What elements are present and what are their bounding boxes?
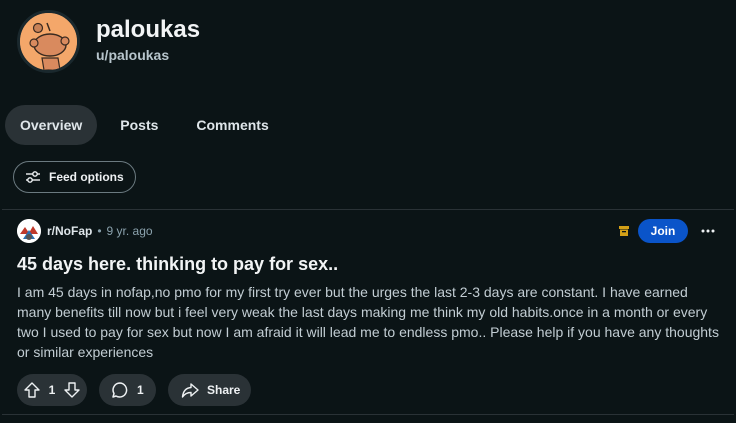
comment-icon: [111, 381, 129, 399]
vote-control: 1: [17, 374, 87, 406]
archive-icon: [618, 224, 630, 242]
vote-count: 1: [48, 383, 56, 397]
post-actions: 1 1 Share: [17, 374, 251, 406]
comments-button[interactable]: 1: [99, 374, 156, 406]
divider: [2, 209, 734, 210]
tab-posts[interactable]: Posts: [105, 105, 173, 145]
feed-options-button[interactable]: Feed options: [13, 161, 136, 193]
more-options-icon[interactable]: [698, 221, 718, 241]
profile-display-name: paloukas: [96, 16, 201, 43]
snoo-avatar-icon: [20, 13, 77, 70]
post-title[interactable]: 45 days here. thinking to pay for sex..: [17, 254, 717, 274]
meta-separator: •: [97, 224, 102, 238]
tab-comments[interactable]: Comments: [181, 105, 283, 145]
subreddit-name[interactable]: r/NoFap: [47, 224, 92, 238]
join-button[interactable]: Join: [638, 219, 688, 243]
avatar[interactable]: [17, 10, 80, 73]
share-icon: [181, 381, 199, 399]
profile-tabs: Overview Posts Comments: [5, 105, 284, 145]
feed-options-label: Feed options: [49, 170, 124, 184]
subreddit-icon[interactable]: [17, 219, 41, 243]
divider: [2, 414, 734, 415]
share-button[interactable]: Share: [168, 374, 251, 406]
upvote-icon[interactable]: [23, 381, 41, 399]
share-label: Share: [207, 383, 241, 397]
downvote-icon[interactable]: [63, 381, 81, 399]
profile-header: paloukas u/paloukas: [17, 10, 200, 73]
sliders-icon: [25, 169, 41, 185]
comment-count: 1: [137, 383, 144, 397]
post-time: 9 yr. ago: [106, 224, 153, 238]
tab-overview[interactable]: Overview: [5, 105, 98, 145]
profile-names: paloukas u/paloukas: [96, 16, 200, 63]
post-body: I am 45 days in nofap,no pmo for my firs…: [17, 284, 719, 360]
post-meta: r/NoFap • 9 yr. ago: [17, 219, 153, 243]
profile-username: u/paloukas: [96, 47, 170, 63]
